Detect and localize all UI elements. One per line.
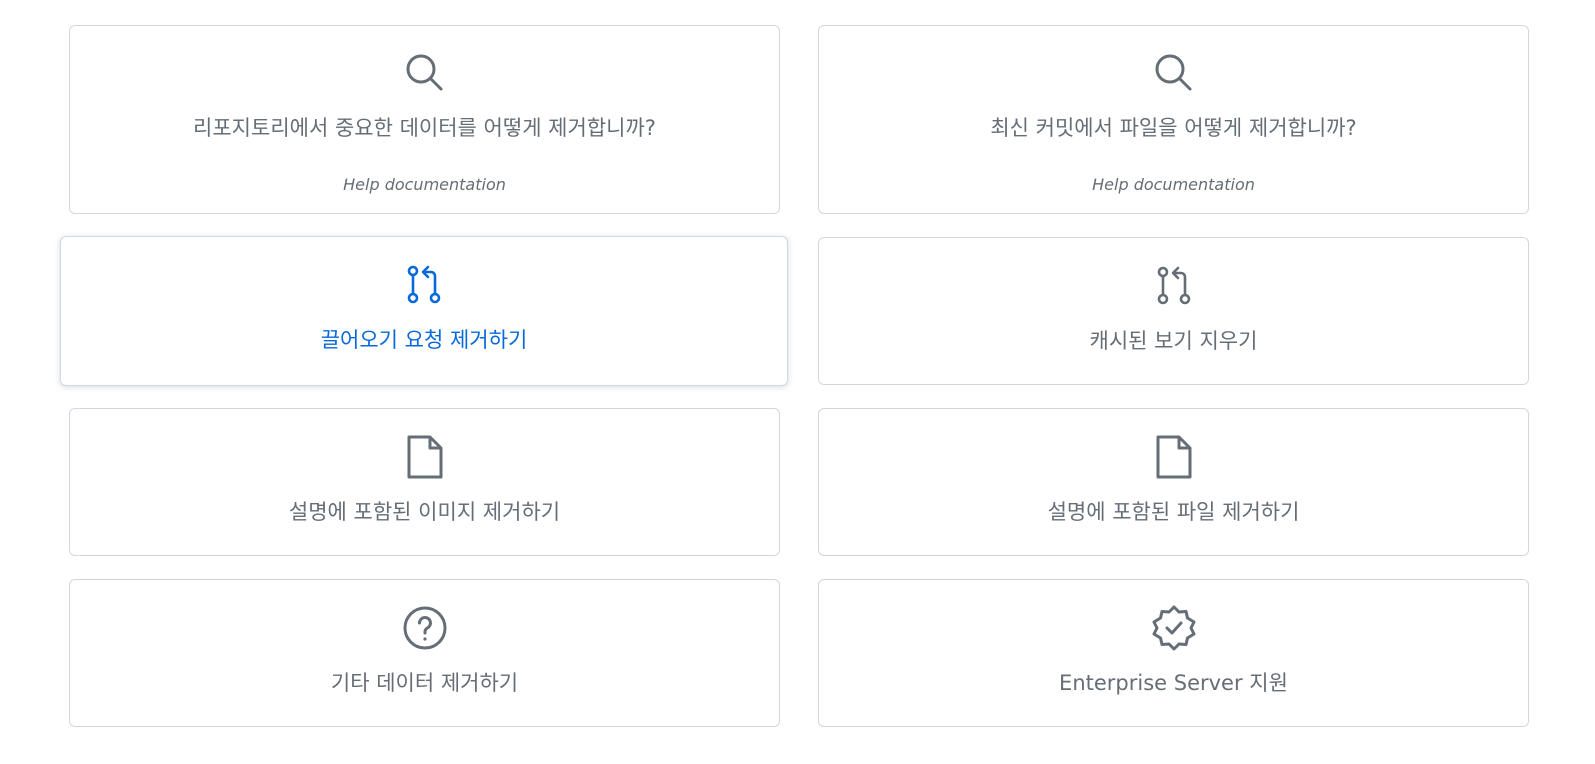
card-title: Enterprise Server 지원 <box>1059 671 1288 695</box>
card-title: 설명에 포함된 파일 제거하기 <box>1047 500 1300 524</box>
file-icon <box>401 433 449 481</box>
question-icon <box>401 604 449 652</box>
card-subtitle: Help documentation <box>1092 175 1255 194</box>
card-title: 설명에 포함된 이미지 제거하기 <box>288 500 561 524</box>
option-card-clear-cached-view[interactable]: 캐시된 보기 지우기 <box>818 237 1529 385</box>
card-title: 리포지토리에서 중요한 데이터를 어떻게 제거합니까? <box>193 116 656 140</box>
card-title: 최신 커밋에서 파일을 어떻게 제거합니까? <box>990 116 1357 140</box>
option-card-remove-other-data[interactable]: 기타 데이터 제거하기 <box>69 579 780 727</box>
pull-request-icon <box>400 261 448 309</box>
pull-request-icon <box>1150 262 1198 310</box>
card-title: 끌어오기 요청 제거하기 <box>320 328 528 352</box>
help-card-remove-file-from-commit[interactable]: 최신 커밋에서 파일을 어떻게 제거합니까? Help documentatio… <box>818 25 1529 214</box>
option-card-enterprise-server-support[interactable]: Enterprise Server 지원 <box>818 579 1529 727</box>
search-icon <box>1150 49 1198 97</box>
card-subtitle: Help documentation <box>343 175 506 194</box>
verified-badge-icon <box>1150 604 1198 652</box>
file-icon <box>1150 433 1198 481</box>
card-title: 기타 데이터 제거하기 <box>330 671 519 695</box>
option-card-remove-embedded-file[interactable]: 설명에 포함된 파일 제거하기 <box>818 408 1529 556</box>
option-card-remove-pull-request[interactable]: 끌어오기 요청 제거하기 <box>60 236 788 386</box>
card-title: 캐시된 보기 지우기 <box>1089 329 1258 353</box>
help-card-remove-sensitive-data[interactable]: 리포지토리에서 중요한 데이터를 어떻게 제거합니까? Help documen… <box>69 25 780 214</box>
option-card-remove-embedded-image[interactable]: 설명에 포함된 이미지 제거하기 <box>69 408 780 556</box>
search-icon <box>401 49 449 97</box>
